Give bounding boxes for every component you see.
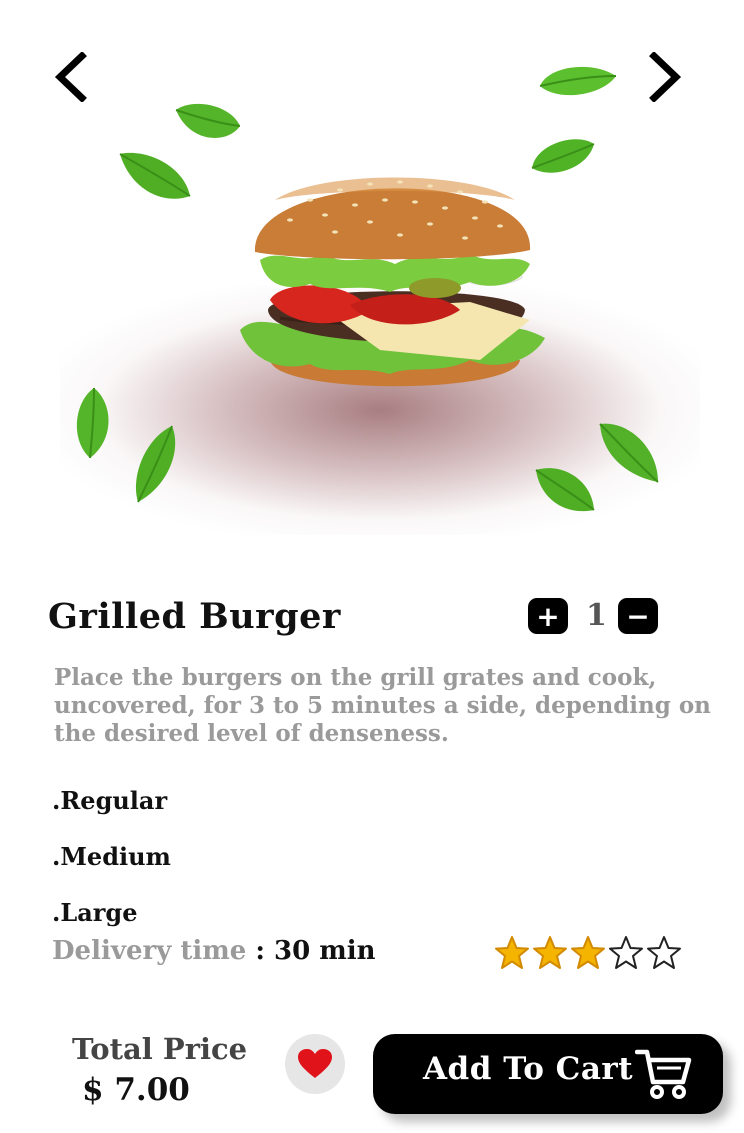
decrease-quantity-button[interactable]: − (618, 598, 658, 634)
basil-leaf-decoration (175, 103, 241, 138)
size-option-medium[interactable]: .Medium (52, 842, 171, 871)
chevron-left-icon (54, 51, 87, 103)
basil-leaf-decoration (535, 468, 595, 512)
basil-leaf-decoration (119, 152, 191, 199)
minus-icon: − (626, 599, 650, 633)
star-filled-icon[interactable] (570, 935, 606, 971)
delivery-time: Delivery time : 30 min (52, 936, 376, 966)
basil-leaf-decoration (599, 423, 659, 483)
increase-quantity-button[interactable]: + (528, 598, 568, 634)
add-to-cart-label: Add To Cart (423, 1051, 634, 1087)
favorite-button[interactable] (285, 1034, 345, 1094)
hero-image-area (0, 0, 744, 560)
product-title: Grilled Burger (48, 596, 341, 637)
heart-icon (298, 1049, 332, 1078)
total-price-value: $ 7.00 (82, 1072, 190, 1108)
star-empty-icon[interactable] (646, 935, 682, 971)
cart-icon (635, 1049, 692, 1099)
star-filled-icon[interactable] (532, 935, 568, 971)
product-description: Place the burgers on the grill grates an… (54, 664, 711, 747)
add-to-cart-button[interactable]: Add To Cart (373, 1034, 723, 1114)
basil-leaf-decoration (76, 387, 109, 459)
star-empty-icon[interactable] (608, 935, 644, 971)
star-filled-icon[interactable] (494, 935, 530, 971)
quantity-value: 1 (586, 598, 607, 633)
burger-image (240, 177, 545, 387)
rating-stars[interactable] (494, 935, 682, 971)
back-button[interactable] (50, 51, 90, 103)
basil-leaf-decoration (135, 425, 176, 503)
next-button[interactable] (646, 51, 686, 103)
delivery-time-value: : 30 min (246, 936, 376, 966)
plus-icon: + (536, 599, 560, 633)
size-option-large[interactable]: .Large (52, 898, 137, 927)
size-option-regular[interactable]: .Regular (52, 786, 167, 815)
delivery-time-label: Delivery time (52, 936, 247, 966)
chevron-right-icon (649, 51, 682, 103)
total-price-label: Total Price (72, 1032, 248, 1066)
basil-leaf-decoration (539, 66, 617, 96)
